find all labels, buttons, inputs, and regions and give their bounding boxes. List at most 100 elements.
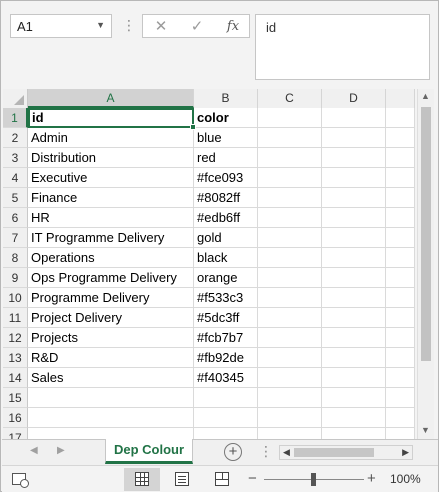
cell[interactable] — [28, 428, 194, 439]
cell[interactable] — [258, 368, 322, 388]
cell[interactable] — [258, 308, 322, 328]
cell[interactable] — [258, 128, 322, 148]
cell[interactable]: Sales — [28, 368, 194, 388]
scroll-up-icon[interactable]: ▲ — [421, 91, 430, 101]
cell[interactable] — [386, 388, 415, 408]
row-header[interactable]: 11 — [3, 308, 28, 328]
row-header[interactable]: 1 — [3, 108, 28, 128]
cell[interactable] — [258, 108, 322, 128]
cell[interactable] — [258, 148, 322, 168]
cell[interactable] — [386, 428, 415, 439]
row-header[interactable]: 3 — [3, 148, 28, 168]
cell[interactable] — [386, 288, 415, 308]
normal-view-button[interactable] — [124, 468, 160, 491]
cell[interactable] — [258, 388, 322, 408]
scroll-down-icon[interactable]: ▼ — [421, 425, 430, 435]
cell[interactable] — [386, 348, 415, 368]
cell[interactable]: Finance — [28, 188, 194, 208]
cell[interactable] — [322, 408, 386, 428]
cell[interactable] — [386, 248, 415, 268]
row-header[interactable]: 5 — [3, 188, 28, 208]
formula-bar-resize-dots[interactable]: ⋮ — [122, 14, 136, 38]
select-all-button[interactable] — [3, 89, 28, 108]
cell[interactable] — [258, 188, 322, 208]
horizontal-scroll-thumb[interactable] — [294, 448, 374, 457]
row-header[interactable]: 14 — [3, 368, 28, 388]
column-header-c[interactable]: C — [258, 89, 322, 108]
spreadsheet-grid[interactable]: ABCD 1 id color 2 Admin blue 3 Distribution red 4… — [3, 89, 415, 439]
row-header[interactable]: 16 — [3, 408, 28, 428]
cell[interactable]: Executive — [28, 168, 194, 188]
row-header[interactable]: 2 — [3, 128, 28, 148]
cell[interactable] — [28, 408, 194, 428]
vertical-scroll-thumb[interactable] — [421, 107, 431, 361]
cell[interactable] — [258, 328, 322, 348]
cell[interactable] — [386, 268, 415, 288]
function-icon[interactable]: fx — [221, 17, 245, 37]
cell[interactable] — [322, 248, 386, 268]
cell[interactable] — [322, 168, 386, 188]
cell[interactable]: #5dc3ff — [194, 308, 258, 328]
cell[interactable] — [386, 168, 415, 188]
cell[interactable] — [258, 428, 322, 439]
cell[interactable] — [386, 308, 415, 328]
prev-sheet-icon[interactable]: ◀ — [30, 445, 38, 456]
cell[interactable] — [28, 388, 194, 408]
row-header[interactable]: 15 — [3, 388, 28, 408]
tab-bar-dots[interactable]: ⋮ — [259, 443, 273, 460]
row-header[interactable]: 12 — [3, 328, 28, 348]
cell[interactable]: Projects — [28, 328, 194, 348]
cell[interactable] — [322, 108, 386, 128]
cell[interactable] — [386, 148, 415, 168]
cell[interactable]: IT Programme Delivery — [28, 228, 194, 248]
cell[interactable] — [194, 428, 258, 439]
cell[interactable]: Admin — [28, 128, 194, 148]
cell[interactable]: gold — [194, 228, 258, 248]
cell[interactable] — [386, 368, 415, 388]
row-header[interactable]: 6 — [3, 208, 28, 228]
cell[interactable]: HR — [28, 208, 194, 228]
name-box[interactable]: A1 ▼ — [10, 14, 112, 38]
cell[interactable] — [322, 308, 386, 328]
close-icon[interactable]: ✕ — [149, 17, 173, 37]
zoom-level[interactable]: 100% — [390, 472, 421, 486]
cell[interactable] — [258, 208, 322, 228]
cell[interactable]: Operations — [28, 248, 194, 268]
cell[interactable] — [258, 288, 322, 308]
zoom-slider-thumb[interactable] — [311, 473, 316, 486]
row-header[interactable]: 8 — [3, 248, 28, 268]
column-header-a[interactable]: A — [28, 89, 194, 108]
cell[interactable]: #fcb7b7 — [194, 328, 258, 348]
scroll-right-icon[interactable]: ▶ — [402, 447, 409, 458]
horizontal-scrollbar[interactable]: ◀ ▶ — [279, 445, 413, 460]
cell[interactable] — [386, 188, 415, 208]
cell[interactable]: #edb6ff — [194, 208, 258, 228]
cell[interactable] — [322, 348, 386, 368]
cell[interactable] — [258, 408, 322, 428]
column-header-b[interactable]: B — [194, 89, 258, 108]
cell[interactable] — [386, 328, 415, 348]
column-header-e[interactable] — [386, 89, 415, 108]
fill-handle[interactable] — [190, 124, 196, 130]
cell[interactable] — [322, 368, 386, 388]
cell[interactable]: red — [194, 148, 258, 168]
cell[interactable] — [322, 228, 386, 248]
zoom-out-button[interactable]: − — [248, 470, 257, 487]
cell[interactable] — [258, 228, 322, 248]
cell[interactable]: #f40345 — [194, 368, 258, 388]
cell[interactable]: color — [194, 108, 258, 128]
cell[interactable] — [258, 348, 322, 368]
macro-record-icon[interactable] — [12, 473, 29, 488]
zoom-in-button[interactable]: + — [367, 470, 376, 487]
cell[interactable]: blue — [194, 128, 258, 148]
row-header[interactable]: 17 — [3, 428, 28, 439]
row-header[interactable]: 9 — [3, 268, 28, 288]
cell[interactable] — [322, 208, 386, 228]
next-sheet-icon[interactable]: ▶ — [57, 445, 65, 456]
cell[interactable] — [386, 228, 415, 248]
cell[interactable]: #fb92de — [194, 348, 258, 368]
active-cell[interactable]: id — [28, 108, 194, 128]
row-header[interactable]: 10 — [3, 288, 28, 308]
column-header-d[interactable]: D — [322, 89, 386, 108]
cell[interactable]: R&D — [28, 348, 194, 368]
